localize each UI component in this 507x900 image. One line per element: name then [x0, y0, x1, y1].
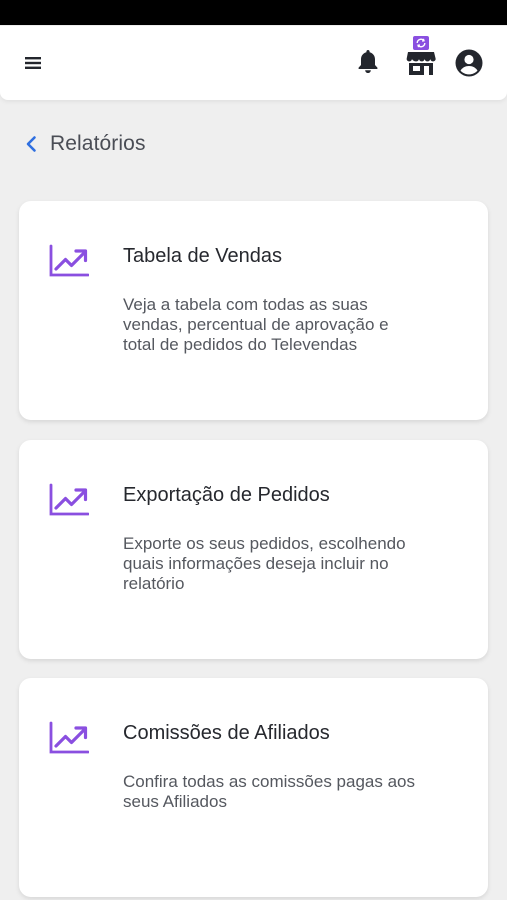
back-button[interactable] [20, 129, 42, 159]
report-description: Veja a tabela com todas as suas vendas, … [123, 295, 389, 354]
trending-up-chart-icon [49, 244, 89, 277]
chevron-left-icon [26, 136, 36, 152]
page-title: Relatórios [50, 132, 146, 155]
report-description: Exporte os seus pedidos, escolhendo quai… [123, 534, 406, 593]
report-card-affiliate-commissions[interactable]: Comissões de Afiliados Confira todas as … [19, 678, 488, 897]
report-description: Confira todas as comissões pagas aos seu… [123, 772, 415, 811]
store-icon [406, 36, 436, 75]
hamburger-menu-icon [25, 57, 41, 69]
breadcrumb: Relatórios [20, 126, 146, 162]
report-title: Tabela de Vendas [123, 245, 283, 267]
report-title: Comissões de Afiliados [123, 722, 330, 744]
trending-up-chart-icon [49, 721, 89, 754]
bell-icon [358, 50, 378, 73]
app-header [0, 26, 507, 100]
report-card-sales-table[interactable]: Tabela de Vendas Veja a tabela com todas… [19, 201, 488, 420]
status-bar [0, 0, 507, 25]
account-button[interactable] [454, 48, 484, 78]
account-circle-icon [455, 49, 483, 77]
report-title: Exportação de Pedidos [123, 484, 330, 506]
trending-up-chart-icon [49, 483, 89, 516]
store-button[interactable] [404, 34, 438, 78]
notifications-button[interactable] [354, 46, 382, 76]
menu-button[interactable] [20, 50, 46, 76]
report-card-orders-export[interactable]: Exportação de Pedidos Exporte os seus pe… [19, 440, 488, 659]
